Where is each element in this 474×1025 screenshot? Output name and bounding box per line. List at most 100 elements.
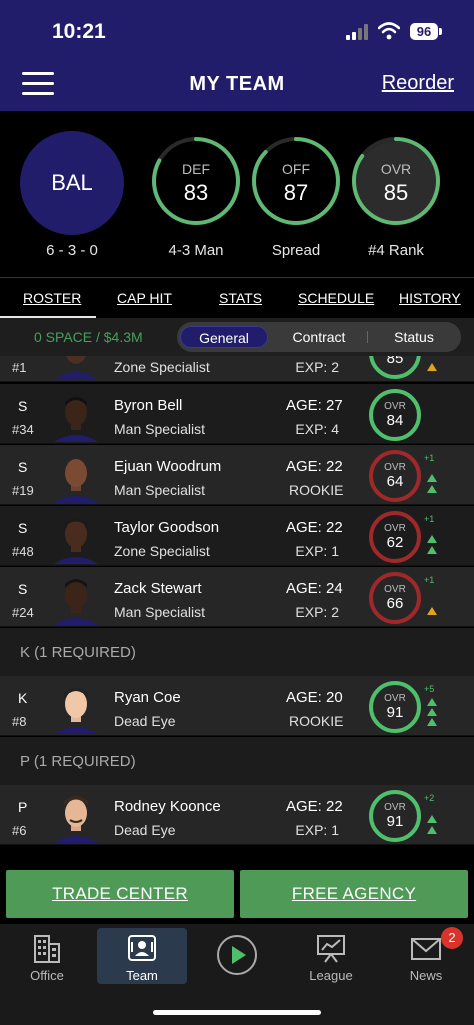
segment-status[interactable]: Status	[369, 326, 459, 348]
player-name: Taylor Goodson	[114, 519, 220, 536]
player-position: S	[18, 398, 28, 414]
section-title: K (1 REQUIRED)	[20, 644, 136, 661]
tab-schedule[interactable]: SCHEDULE	[298, 290, 374, 306]
segment-contract[interactable]: Contract	[273, 326, 365, 348]
player-age: AGE: 24	[286, 580, 343, 597]
player-number: #24	[12, 605, 34, 620]
player-position: K	[18, 690, 28, 706]
off-label: OFF	[282, 161, 310, 177]
ovr-badge-label: OVR	[384, 693, 406, 704]
play-icon	[217, 935, 257, 975]
ovr-rating-ring: OVR 85	[350, 135, 442, 227]
free-agency-button[interactable]: FREE AGENCY	[240, 870, 468, 918]
ovr-badge: OVR 64	[369, 450, 421, 502]
segment-divider	[367, 331, 368, 343]
segment-general[interactable]: General	[180, 326, 268, 348]
player-row[interactable]: P #6 Rodney Koonce Dead Eye AGE: 22 EXP:…	[0, 785, 474, 845]
player-row[interactable]: S #24 Zack Stewart Man Specialist AGE: 2…	[0, 567, 474, 627]
player-number: #8	[12, 714, 27, 729]
nav-league[interactable]: League	[286, 928, 376, 984]
progression-delta: +1	[424, 453, 435, 463]
player-position: S	[18, 459, 28, 475]
cap-space: 0 SPACE / $4.3M	[34, 329, 143, 345]
progression-delta: +2	[424, 793, 435, 803]
player-age: AGE: 22	[286, 458, 343, 475]
warning-triangle-icon	[427, 363, 437, 371]
nav-office[interactable]: Office	[2, 928, 92, 984]
team-abbr: BAL	[51, 170, 93, 195]
wifi-icon	[378, 22, 400, 40]
ovr-badge-value: 84	[386, 412, 404, 429]
nav-label: Team	[126, 968, 158, 983]
player-name: Ejuan Woodrum	[114, 458, 222, 475]
player-trait: Man Specialist	[114, 604, 206, 620]
player-avatar	[54, 397, 98, 442]
team-logo[interactable]: BAL	[20, 131, 124, 235]
player-row[interactable]: K #8 Ryan Coe Dead Eye AGE: 20 ROOKIE OV…	[0, 676, 474, 736]
progression-up-icon	[427, 718, 437, 726]
roster-list[interactable]: #1 Zone Specialist EXP: 2 OVR 85 S #34 B…	[0, 356, 474, 868]
player-position: S	[18, 581, 28, 597]
section-title: P (1 REQUIRED)	[20, 753, 136, 770]
tab-roster[interactable]: ROSTER	[23, 290, 81, 306]
reorder-button[interactable]: Reorder	[382, 72, 454, 95]
player-avatar	[54, 796, 98, 843]
tab-stats[interactable]: STATS	[219, 290, 262, 306]
list-footer-spacer	[0, 846, 474, 868]
ovr-badge-value: 91	[386, 813, 404, 830]
progression-up-icon	[427, 485, 437, 493]
progression-delta: +1	[424, 514, 435, 524]
nav-label: News	[409, 968, 443, 983]
off-value: 87	[283, 180, 309, 205]
nav-play[interactable]	[192, 928, 282, 984]
roster-tabs: ROSTER CAP HIT STATS SCHEDULE HISTORY	[0, 277, 474, 319]
progression-up-icon	[427, 474, 437, 482]
battery-tip	[439, 28, 442, 35]
news-badge: 2	[441, 927, 463, 949]
def-label: DEF	[182, 161, 210, 177]
section-header-p: P (1 REQUIRED)	[0, 737, 474, 785]
player-age: AGE: 20	[286, 689, 343, 706]
player-row[interactable]: S #19 Ejuan Woodrum Man Specialist AGE: …	[0, 445, 474, 505]
ovr-badge: OVR 91	[369, 681, 421, 733]
player-number: #48	[12, 544, 34, 559]
player-exp: EXP: 4	[295, 421, 339, 437]
ovr-badge-label: OVR	[384, 462, 406, 473]
home-indicator[interactable]	[153, 1010, 321, 1015]
player-exp: ROOKIE	[289, 713, 344, 729]
nav-team[interactable]: Team	[97, 928, 187, 984]
ovr-badge-value: 91	[386, 704, 404, 721]
progression-delta: +5	[424, 684, 435, 694]
player-row[interactable]: #1 Zone Specialist EXP: 2 OVR 85	[0, 356, 474, 382]
ovr-badge: OVR 91	[369, 790, 421, 842]
ovr-badge-label: OVR	[384, 523, 406, 534]
player-name: Zack Stewart	[114, 580, 202, 597]
ovr-label: OVR	[380, 161, 412, 177]
league-rank: #4 Rank	[368, 242, 424, 259]
player-row[interactable]: S #48 Taylor Goodson Zone Specialist AGE…	[0, 506, 474, 566]
section-header-k: K (1 REQUIRED)	[0, 628, 474, 676]
progression-up-icon	[427, 708, 437, 716]
team-summary: BAL 6 - 3 - 0 DEF 83 4-3 Man OFF 87 Spre…	[0, 111, 474, 277]
league-chart-icon	[317, 935, 345, 963]
ovr-badge-value: 62	[386, 534, 404, 551]
ovr-badge-label: OVR	[384, 584, 406, 595]
player-row[interactable]: S #34 Byron Bell Man Specialist AGE: 27 …	[0, 384, 474, 444]
off-rating-ring: OFF 87	[250, 135, 342, 227]
progression-delta: +1	[424, 575, 435, 585]
player-number: #1	[12, 360, 27, 375]
player-number: #19	[12, 483, 34, 498]
player-trait: Zone Specialist	[114, 543, 210, 559]
tab-cap-hit[interactable]: CAP HIT	[117, 290, 172, 306]
trade-center-button[interactable]: TRADE CENTER	[6, 870, 234, 918]
player-avatar	[54, 459, 98, 503]
team-roster-icon	[128, 935, 156, 961]
warning-triangle-icon	[427, 607, 437, 615]
battery-level: 96	[410, 23, 438, 40]
ovr-badge: OVR 66	[369, 572, 421, 624]
tab-history[interactable]: HISTORY	[399, 290, 461, 306]
def-rating-ring: DEF 83	[150, 135, 242, 227]
player-name: Byron Bell	[114, 397, 183, 414]
off-scheme: Spread	[271, 242, 321, 259]
player-avatar	[54, 687, 98, 734]
